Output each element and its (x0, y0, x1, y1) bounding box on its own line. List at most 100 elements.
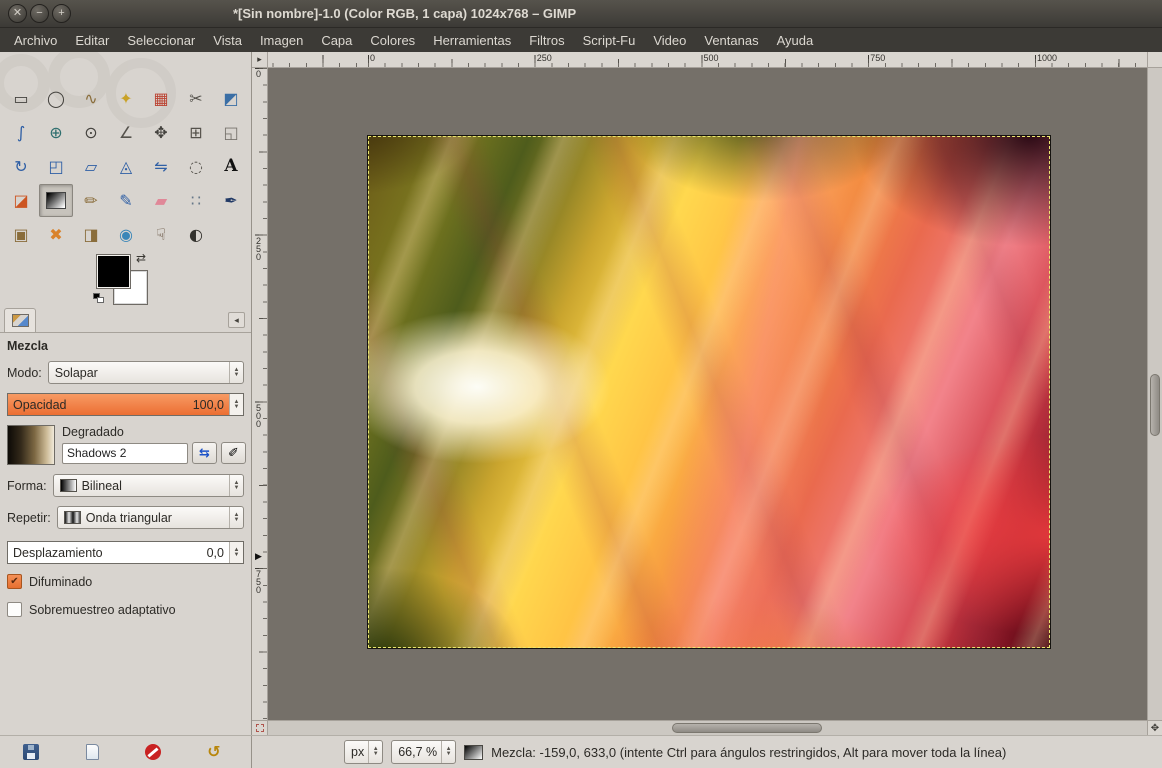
supersampling-checkbox[interactable] (7, 602, 22, 617)
v-ruler[interactable]: ▶ 0250500750 (252, 68, 268, 720)
menu-seleccionar[interactable]: Seleccionar (118, 30, 204, 51)
menu-filtros[interactable]: Filtros (520, 30, 573, 51)
opacity-slider[interactable]: Opacidad 100,0 ▲▼ (7, 393, 244, 416)
tool-options-footer: ↺ (0, 736, 252, 768)
corner-top-right (1147, 52, 1162, 68)
tool-free-select[interactable]: ∿ (74, 82, 108, 115)
tool-paths[interactable]: ∫ (4, 116, 38, 149)
maximize-button[interactable]: + (52, 4, 71, 23)
default-colors-icon[interactable] (93, 293, 107, 305)
tool-rectangle-select[interactable]: ▭ (4, 82, 38, 115)
v-ruler-label: 250 (253, 237, 264, 261)
canvas-image[interactable] (368, 136, 1050, 648)
repeat-select[interactable]: Onda triangular ▲▼ (57, 506, 244, 529)
unit-select[interactable]: px ▲▼ (344, 740, 383, 764)
tool-scale[interactable]: ◰ (39, 150, 73, 183)
tool-paintbrush[interactable]: ✎ (109, 184, 143, 217)
menu-ventanas[interactable]: Ventanas (695, 30, 767, 51)
spinner-icon[interactable]: ▲▼ (229, 362, 243, 383)
tool-select-by-color[interactable]: ▦ (144, 82, 178, 115)
swap-colors-icon[interactable]: ⇄ (136, 251, 146, 265)
save-options-button[interactable] (20, 742, 42, 762)
tool-pencil[interactable]: ✏ (74, 184, 108, 217)
menu-script-fu[interactable]: Script-Fu (574, 30, 645, 51)
h-ruler[interactable]: 02505007501000 (268, 52, 1147, 68)
tool-color-picker[interactable]: ⊕ (39, 116, 73, 149)
edit-gradient-button[interactable]: ✐ (221, 442, 246, 464)
menu-herramientas[interactable]: Herramientas (424, 30, 520, 51)
tool-text[interactable]: A (214, 150, 248, 183)
tool-dodge-burn[interactable]: ◐ (179, 218, 213, 251)
spinner-icon[interactable]: ▲▼ (229, 475, 243, 496)
tool-eraser[interactable]: ▰ (144, 184, 178, 217)
dock-collapse-button[interactable]: ◂ (228, 312, 245, 328)
gradient-row: Degradado ⇆ ✐ (7, 425, 244, 465)
ruler-corner-button[interactable]: ▸ (252, 52, 268, 68)
zoom-select[interactable]: 66,7 % ▲▼ (391, 740, 456, 764)
mode-select[interactable]: Solapar ▲▼ (48, 361, 244, 384)
tool-measure[interactable]: ∠ (109, 116, 143, 149)
tool-crop[interactable]: ◱ (214, 116, 248, 149)
ink-icon: ✒ (224, 193, 237, 209)
tool-foreground-select[interactable]: ◩ (214, 82, 248, 115)
menu-imagen[interactable]: Imagen (251, 30, 312, 51)
quickmask-toggle[interactable] (252, 720, 268, 735)
tool-align[interactable]: ⊞ (179, 116, 213, 149)
gradient-preview[interactable] (7, 425, 55, 465)
dithering-checkbox[interactable]: ✔ (7, 574, 22, 589)
dithering-option[interactable]: ✔ Difuminado (7, 574, 244, 589)
tool-rotate[interactable]: ↻ (4, 150, 38, 183)
menu-colores[interactable]: Colores (361, 30, 424, 51)
tool-bucket-fill[interactable]: ◪ (4, 184, 38, 217)
canvas-area: ▸ 02505007501000 ▶ 0250500750 ✥ (252, 52, 1162, 735)
fuzzy-select-icon: ✦ (119, 91, 132, 107)
spinner-icon[interactable]: ▲▼ (229, 507, 243, 528)
reset-options-button[interactable]: ↺ (203, 742, 225, 762)
menu-ayuda[interactable]: Ayuda (768, 30, 823, 51)
tool-ellipse-select[interactable]: ◯ (39, 82, 73, 115)
tool-blur-sharpen[interactable]: ◉ (109, 218, 143, 251)
repeat-label: Repetir: (7, 511, 51, 525)
supersampling-option[interactable]: Sobremuestreo adaptativo (7, 602, 244, 617)
spinner-icon[interactable]: ▲▼ (368, 741, 382, 763)
tool-fuzzy-select[interactable]: ✦ (109, 82, 143, 115)
gimp-window: ✕−+ *[Sin nombre]-1.0 (Color RGB, 1 capa… (0, 0, 1162, 768)
tool-clone[interactable]: ▣ (4, 218, 38, 251)
menu-capa[interactable]: Capa (312, 30, 361, 51)
tool-perspective-clone[interactable]: ◨ (74, 218, 108, 251)
offset-slider[interactable]: Desplazamiento 0,0 ▲▼ (7, 541, 244, 564)
horizontal-scrollbar[interactable] (268, 720, 1147, 735)
minimize-button[interactable]: − (30, 4, 49, 23)
menu-video[interactable]: Video (644, 30, 695, 51)
tool-move[interactable]: ✥ (144, 116, 178, 149)
spinner-icon[interactable]: ▲▼ (441, 741, 455, 763)
vertical-scrollbar-thumb[interactable] (1150, 374, 1160, 436)
tool-shear[interactable]: ▱ (74, 150, 108, 183)
menu-editar[interactable]: Editar (66, 30, 118, 51)
spinner-icon[interactable]: ▲▼ (229, 542, 243, 563)
foreground-color-swatch[interactable] (97, 255, 130, 288)
restore-options-button[interactable] (81, 742, 103, 762)
tool-blend[interactable] (39, 184, 73, 217)
navigation-button[interactable]: ✥ (1147, 720, 1162, 735)
reverse-gradient-button[interactable]: ⇆ (192, 442, 217, 464)
vertical-scrollbar[interactable] (1147, 68, 1162, 720)
tool-perspective[interactable]: ◬ (109, 150, 143, 183)
menu-vista[interactable]: Vista (204, 30, 251, 51)
tool-cage-transform[interactable]: ◌ (179, 150, 213, 183)
spinner-icon[interactable]: ▲▼ (229, 394, 243, 415)
tool-scissors-select[interactable]: ✂ (179, 82, 213, 115)
tool-heal[interactable]: ✖ (39, 218, 73, 251)
tool-airbrush[interactable]: ∷ (179, 184, 213, 217)
shape-select[interactable]: Bilineal ▲▼ (53, 474, 244, 497)
menu-archivo[interactable]: Archivo (5, 30, 66, 51)
tool-smudge[interactable]: ☟ (144, 218, 178, 251)
horizontal-scrollbar-thumb[interactable] (672, 723, 821, 733)
gradient-name-input[interactable] (62, 443, 188, 464)
tool-options-tab[interactable] (4, 308, 36, 332)
tool-ink[interactable]: ✒ (214, 184, 248, 217)
tool-flip[interactable]: ⇋ (144, 150, 178, 183)
close-button[interactable]: ✕ (8, 4, 27, 23)
delete-options-button[interactable] (142, 742, 164, 762)
tool-zoom[interactable]: ⊙ (74, 116, 108, 149)
